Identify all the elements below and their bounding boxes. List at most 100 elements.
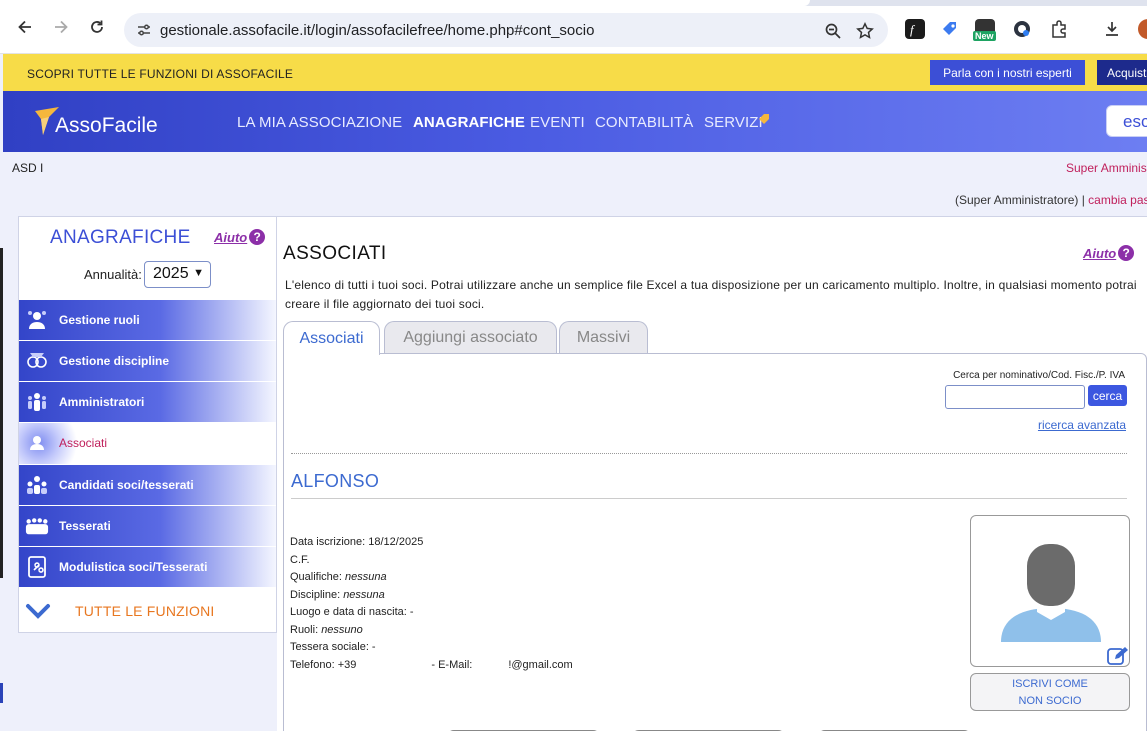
sidebar-item-candidati[interactable]: Candidati soci/tesserati	[19, 465, 276, 506]
window-edge-accent	[0, 683, 3, 703]
main-navigation: AssoFacile LA MIA ASSOCIAZIONE ANAGRAFIC…	[3, 91, 1147, 152]
chevron-down-icon	[26, 604, 50, 619]
sidebar-item-label: Gestione discipline	[59, 354, 170, 368]
extension-fx-icon[interactable]: f	[905, 19, 925, 39]
tab-massivi[interactable]: Massivi	[559, 321, 648, 354]
reload-icon[interactable]	[86, 16, 108, 38]
role-label: Super Amministratore	[1066, 161, 1147, 175]
member-name[interactable]: ALFONSO	[291, 471, 379, 492]
registration-date: 18/12/2025	[368, 536, 424, 548]
extensions-puzzle-icon[interactable]	[1049, 19, 1069, 39]
site-settings-icon[interactable]	[136, 22, 152, 38]
disciplines-icon	[25, 349, 49, 373]
sidebar-help-link[interactable]: Aiuto?	[214, 229, 266, 245]
enroll-non-member-button[interactable]: ISCRIVI COME NON SOCIO	[970, 673, 1130, 711]
svg-text:f: f	[910, 22, 916, 37]
sidebar-item-gestione-ruoli[interactable]: Gestione ruoli	[19, 300, 276, 341]
page-title: ASSOCIATI	[283, 243, 387, 264]
search-input[interactable]	[945, 385, 1085, 409]
all-functions-toggle[interactable]: TUTTE LE FUNZIONI	[19, 590, 276, 632]
talk-to-experts-button[interactable]: Parla con i nostri esperti	[930, 60, 1085, 85]
sidebar-item-label: Modulistica soci/Tesserati	[59, 560, 208, 574]
change-password-link[interactable]: cambia password	[1088, 193, 1147, 207]
sidebar-item-tesserati[interactable]: Tesserati	[19, 506, 276, 547]
nav-anagrafiche[interactable]: ANAGRAFICHE	[413, 114, 525, 131]
candidates-icon	[25, 473, 49, 497]
sidebar-item-gestione-discipline[interactable]: Gestione discipline	[19, 341, 276, 382]
logo-text: AssoFacile	[55, 114, 158, 137]
nav-eventi[interactable]: EVENTI	[530, 114, 585, 131]
year-value: 2025	[153, 265, 189, 282]
promo-banner: SCOPRI TUTTE LE FUNZIONI DI ASSOFACILE P…	[3, 54, 1147, 91]
email: !@gmail.com	[508, 658, 573, 671]
edit-icon[interactable]	[1107, 646, 1129, 666]
phone: Telefono: +39	[290, 658, 357, 671]
associati-panel: Cerca per nominativo/Cod. Fisc./P. IVA c…	[283, 353, 1147, 731]
nav-la-mia-associazione[interactable]: LA MIA ASSOCIAZIONE	[237, 114, 402, 131]
back-icon[interactable]	[14, 16, 36, 38]
zoom-icon[interactable]	[824, 22, 842, 40]
roles-row: Ruoli: nessuno	[290, 623, 363, 636]
sidebar-item-associati[interactable]: Associati	[19, 423, 276, 464]
bookmark-star-icon[interactable]	[856, 22, 874, 40]
qualifiche-row: Qualifiche: nessuna	[290, 571, 387, 583]
extension-new-icon[interactable]: New	[973, 19, 996, 41]
year-label: Annualità:	[84, 267, 142, 282]
tab-aggiungi-associato[interactable]: Aggiungi associato	[384, 321, 557, 354]
sidebar-item-modulistica[interactable]: Modulistica soci/Tesserati	[19, 547, 276, 588]
content-help-link[interactable]: Aiuto?	[1083, 245, 1135, 261]
all-functions-label: TUTTE LE FUNZIONI	[75, 603, 215, 619]
divider	[291, 453, 1127, 454]
buy-button[interactable]: Acquista	[1097, 60, 1147, 85]
extension-chart-icon[interactable]	[1012, 19, 1032, 39]
extension-tag-icon[interactable]	[940, 19, 960, 39]
birth-row: Luogo e data di nascita: -	[290, 606, 414, 618]
search-button[interactable]: cerca	[1088, 385, 1127, 406]
sidebar-item-label: Amministratori	[59, 395, 145, 409]
roles-icon	[25, 308, 49, 332]
advanced-search-link[interactable]: ricerca avanzata	[1038, 418, 1126, 432]
contact-row: Telefono: +39 - E-Mail: !@gmail.com	[290, 657, 573, 675]
admins-icon	[25, 390, 49, 414]
new-badge: New	[973, 31, 996, 41]
email-label: - E-Mail:	[431, 658, 473, 671]
help-label: Aiuto	[214, 229, 248, 245]
organization-name: ASD I	[12, 161, 44, 175]
members-group-icon	[25, 514, 49, 538]
top-search-text: esc	[1123, 112, 1147, 131]
enroll-line1: ISCRIVI COME	[1012, 678, 1088, 690]
account-bar: ASD I Super Amministratore (Super Ammini…	[0, 152, 1147, 212]
sidebar-item-amministratori[interactable]: Amministratori	[19, 382, 276, 423]
download-icon[interactable]	[1102, 19, 1122, 39]
member-details: Data iscrizione: 18/12/2025 C.F. Qualifi…	[290, 534, 573, 674]
address-bar[interactable]: gestionale.assofacile.it/login/assofacil…	[124, 13, 888, 47]
member-photo	[970, 515, 1130, 667]
avatar-placeholder-icon	[1001, 544, 1101, 642]
role-line: (Super Amministratore) | cambia password	[955, 193, 1147, 207]
forward-icon[interactable]	[50, 16, 72, 38]
cf-row: C.F.	[290, 553, 310, 566]
chevron-down-icon: ▼	[193, 267, 204, 279]
browser-toolbar: gestionale.assofacile.it/login/assofacil…	[0, 0, 1147, 54]
tab-strip	[0, 0, 1147, 6]
sidebar-item-label: Tesserati	[59, 519, 111, 533]
forms-icon	[25, 555, 49, 579]
assofacile-logo[interactable]: AssoFacile	[33, 103, 173, 139]
profile-avatar[interactable]	[1138, 19, 1147, 39]
promo-text: SCOPRI TUTTE LE FUNZIONI DI ASSOFACILE	[27, 67, 294, 81]
tab-associati[interactable]: Associati	[283, 321, 380, 355]
divider	[291, 498, 1127, 499]
help-icon: ?	[249, 229, 266, 245]
window-edge	[0, 248, 3, 578]
nav-servizi[interactable]: SERVIZI	[704, 114, 763, 131]
card-row: Tessera sociale: -	[290, 641, 376, 653]
member-icon	[25, 431, 49, 455]
sidebar: ANAGRAFICHE Aiuto? Annualità: 2025 ▼ Gest…	[18, 216, 277, 633]
sidebar-item-label: Gestione ruoli	[59, 313, 140, 327]
help-icon: ?	[1118, 245, 1135, 261]
year-select[interactable]: 2025 ▼	[144, 261, 211, 288]
top-search-field[interactable]: esc	[1106, 105, 1147, 137]
servizi-badge-icon	[759, 114, 769, 124]
enroll-line2: NON SOCIO	[1018, 695, 1082, 707]
nav-contabilita[interactable]: CONTABILITÀ	[595, 114, 693, 131]
